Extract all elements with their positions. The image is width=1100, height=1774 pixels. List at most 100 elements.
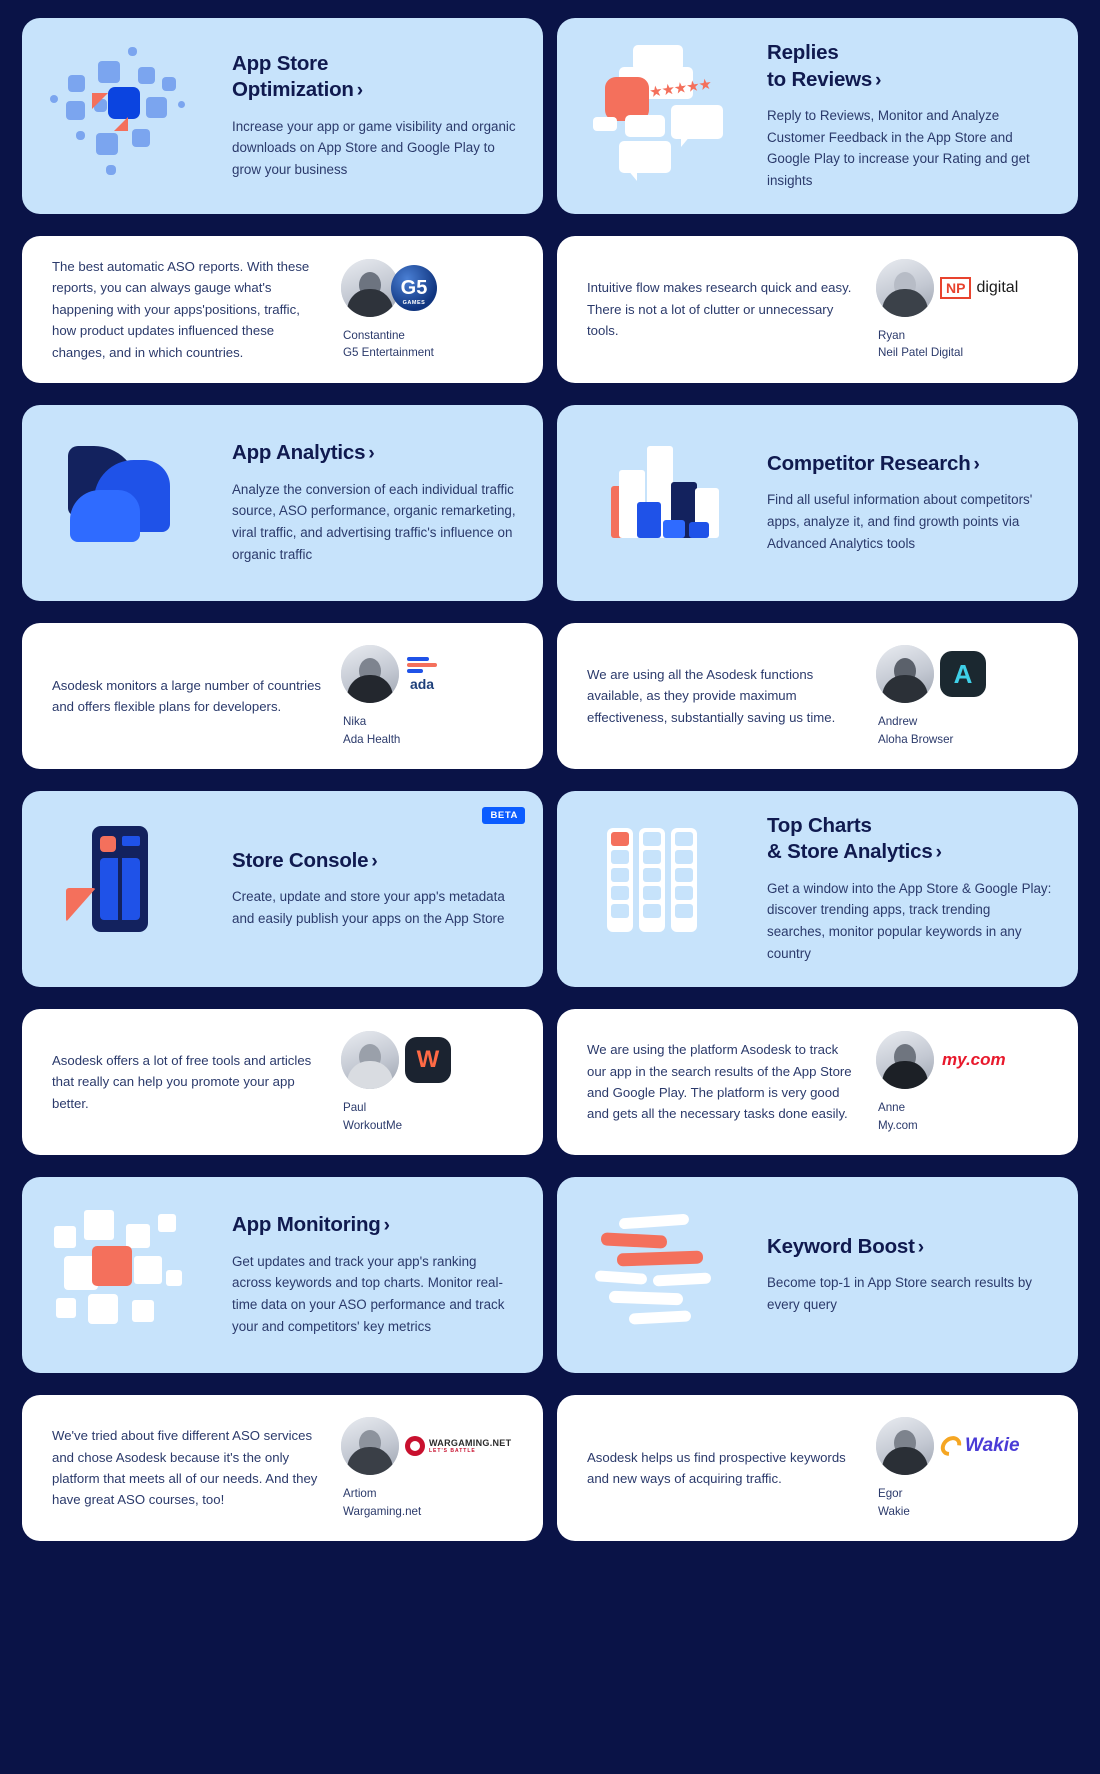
- testimonial-company: Wargaming.net: [343, 1504, 422, 1518]
- testimonial-text: The best automatic ASO reports. With the…: [52, 259, 310, 360]
- testimonial-name: Anne: [878, 1101, 906, 1115]
- wakie-ring-icon: [936, 1432, 966, 1461]
- testimonial-card-artiom-wargaming: We've tried about five different ASO ser…: [22, 1394, 543, 1541]
- feature-body: Competitor Research › Find all useful inf…: [761, 451, 1052, 554]
- testimonial-person: W Paul WorkoutMe: [341, 1029, 519, 1134]
- feature-title: App Store Optimization ›: [232, 51, 517, 104]
- testimonial-card-andrew-aloha-browser: We are using all the Asodesk functions a…: [557, 622, 1078, 769]
- testimonial-person: A Andrew Aloha Browser: [876, 643, 1054, 748]
- testimonial-logo-row: my.com: [876, 1029, 1006, 1091]
- testimonial-text: We've tried about five different ASO ser…: [52, 1428, 318, 1508]
- testimonial-person: Wakie Egor Wakie: [876, 1415, 1054, 1520]
- testimonial-name: Constantine: [343, 329, 405, 343]
- testimonial-author: Artiom Wargaming.net: [341, 1485, 421, 1520]
- feature-card-app-monitoring[interactable]: App Monitoring › Get updates and track yo…: [22, 1176, 543, 1373]
- feature-card-store-console[interactable]: BETA Store Console › Create, update and s…: [22, 790, 543, 987]
- testimonial-author: Andrew Aloha Browser: [876, 713, 953, 748]
- testimonial-card-nika-ada-health: Asodesk monitors a large number of count…: [22, 622, 543, 769]
- avatar: [876, 259, 934, 318]
- feature-body: App Store Optimization › Increase your ap…: [226, 51, 517, 181]
- feature-title-line1: Keyword Boost: [767, 1235, 915, 1259]
- np-digital-logo: NP digital: [940, 277, 1018, 300]
- testimonial-name: Andrew: [878, 715, 918, 729]
- feature-description: Get a window into the App Store & Google…: [767, 880, 1052, 961]
- testimonial-name: Artiom: [343, 1487, 377, 1501]
- chevron-right-icon[interactable]: ›: [971, 454, 980, 475]
- testimonial-logo-row: G5 GAMES: [341, 257, 437, 319]
- testimonial-text: We are using all the Asodesk functions a…: [587, 666, 836, 725]
- testimonial-text: Asodesk monitors a large number of count…: [52, 677, 322, 714]
- testimonial-logo-row: A: [876, 643, 986, 705]
- testimonial-person: WARGAMING.NET LET'S BATTLE Artiom Wargami…: [341, 1415, 519, 1520]
- feature-description: Reply to Reviews, Monitor and Analyze Cu…: [767, 107, 1030, 188]
- testimonial-company: My.com: [878, 1118, 918, 1132]
- testimonial-text: We are using the platform Asodesk to tra…: [587, 1042, 852, 1122]
- avatar: [341, 645, 399, 704]
- feature-title-line1: Competitor Research: [767, 452, 971, 476]
- testimonial-person: ada Nika Ada Health: [341, 643, 519, 748]
- testimonial-logo-row: ada: [341, 643, 437, 705]
- feature-body: App Monitoring › Get updates and track yo…: [226, 1212, 517, 1337]
- testimonial-author: Paul WorkoutMe: [341, 1099, 402, 1134]
- feature-card-replies-to-reviews[interactable]: ★★★★★ Replies to Reviews › Reply to Revie…: [557, 18, 1078, 214]
- avatar: [876, 1417, 934, 1476]
- ada-health-logo: ada: [407, 657, 437, 692]
- feature-body: Keyword Boost › Become top-1 in App Store…: [761, 1234, 1052, 1316]
- feature-body: Store Console › Create, update and store …: [226, 848, 517, 930]
- feature-title-line1: Top Charts: [767, 814, 872, 838]
- testimonial-name: Ryan: [878, 329, 906, 343]
- feature-card-app-analytics[interactable]: App Analytics › Analyze the conversion of…: [22, 404, 543, 601]
- testimonial-author: Anne My.com: [876, 1099, 918, 1134]
- feature-card-keyword-boost[interactable]: Keyword Boost › Become top-1 in App Store…: [557, 1176, 1078, 1373]
- feature-title-line2: & Store Analytics: [767, 840, 933, 864]
- aloha-browser-logo: A: [940, 651, 986, 698]
- testimonial-card-anne-my-com: We are using the platform Asodesk to tra…: [557, 1008, 1078, 1155]
- chevron-right-icon[interactable]: ›: [354, 80, 363, 101]
- testimonial-text: Asodesk helps us find prospective keywor…: [587, 1449, 846, 1486]
- testimonial-logo-row: W: [341, 1029, 451, 1091]
- feature-title: Top Charts & Store Analytics ›: [767, 813, 1052, 866]
- testimonial-company: Ada Health: [343, 732, 401, 746]
- feature-title-line2: to Reviews: [767, 67, 873, 91]
- testimonial-person: my.com Anne My.com: [876, 1029, 1054, 1134]
- feature-body: Top Charts & Store Analytics › Get a wind…: [761, 813, 1052, 964]
- feature-title-line1: App Monitoring: [232, 1213, 381, 1237]
- avatar: [341, 1417, 399, 1476]
- feature-card-competitor-research[interactable]: Competitor Research › Find all useful inf…: [557, 404, 1078, 601]
- avatar: [341, 1031, 399, 1090]
- testimonial-text: Asodesk offers a lot of free tools and a…: [52, 1052, 312, 1111]
- feature-title: Keyword Boost ›: [767, 1234, 1052, 1260]
- feature-card-app-store-optimization[interactable]: App Store Optimization › Increase your ap…: [22, 18, 543, 214]
- testimonial-company: Neil Patel Digital: [878, 346, 964, 360]
- stacked-bars-icon: [575, 1200, 761, 1350]
- feature-title-line1: App Analytics: [232, 441, 366, 465]
- feature-title-line1: Replies: [767, 41, 839, 65]
- testimonial-logo-row: WARGAMING.NET LET'S BATTLE: [341, 1415, 511, 1477]
- beta-badge: BETA: [482, 806, 525, 824]
- testimonial-author: Constantine G5 Entertainment: [341, 327, 434, 362]
- testimonial-card-ryan-np-digital: Intuitive flow makes research quick and …: [557, 236, 1078, 383]
- workoutme-logo: W: [405, 1037, 451, 1084]
- speech-bubbles-stars-icon: ★★★★★: [575, 41, 761, 191]
- testimonial-company: Wakie: [878, 1504, 910, 1518]
- chevron-right-icon[interactable]: ›: [365, 443, 374, 464]
- chevron-right-icon[interactable]: ›: [381, 1215, 390, 1236]
- feature-title: App Analytics ›: [232, 440, 517, 466]
- chevron-right-icon[interactable]: ›: [915, 1237, 924, 1258]
- chevron-right-icon[interactable]: ›: [368, 851, 377, 872]
- feature-description: Find all useful information about compet…: [767, 492, 1033, 551]
- testimonial-author: Ryan Neil Patel Digital: [876, 327, 963, 362]
- squares-cluster-icon: [40, 41, 226, 191]
- feature-description: Analyze the conversion of each individua…: [232, 481, 516, 562]
- feature-testimonial-grid: App Store Optimization › Increase your ap…: [22, 18, 1078, 1563]
- feature-card-top-charts-store-analytics[interactable]: Top Charts & Store Analytics › Get a wind…: [557, 790, 1078, 987]
- avatar: [876, 1031, 934, 1090]
- feature-description: Get updates and track your app's ranking…: [232, 1253, 505, 1334]
- feature-title: Competitor Research ›: [767, 451, 1052, 477]
- feature-title-line1: App Store: [232, 52, 329, 76]
- avatar: [876, 645, 934, 704]
- feature-title-line2: Optimization: [232, 78, 354, 102]
- chevron-right-icon[interactable]: ›: [933, 842, 942, 863]
- g5-games-logo: G5 GAMES: [391, 265, 437, 312]
- chevron-right-icon[interactable]: ›: [872, 70, 881, 91]
